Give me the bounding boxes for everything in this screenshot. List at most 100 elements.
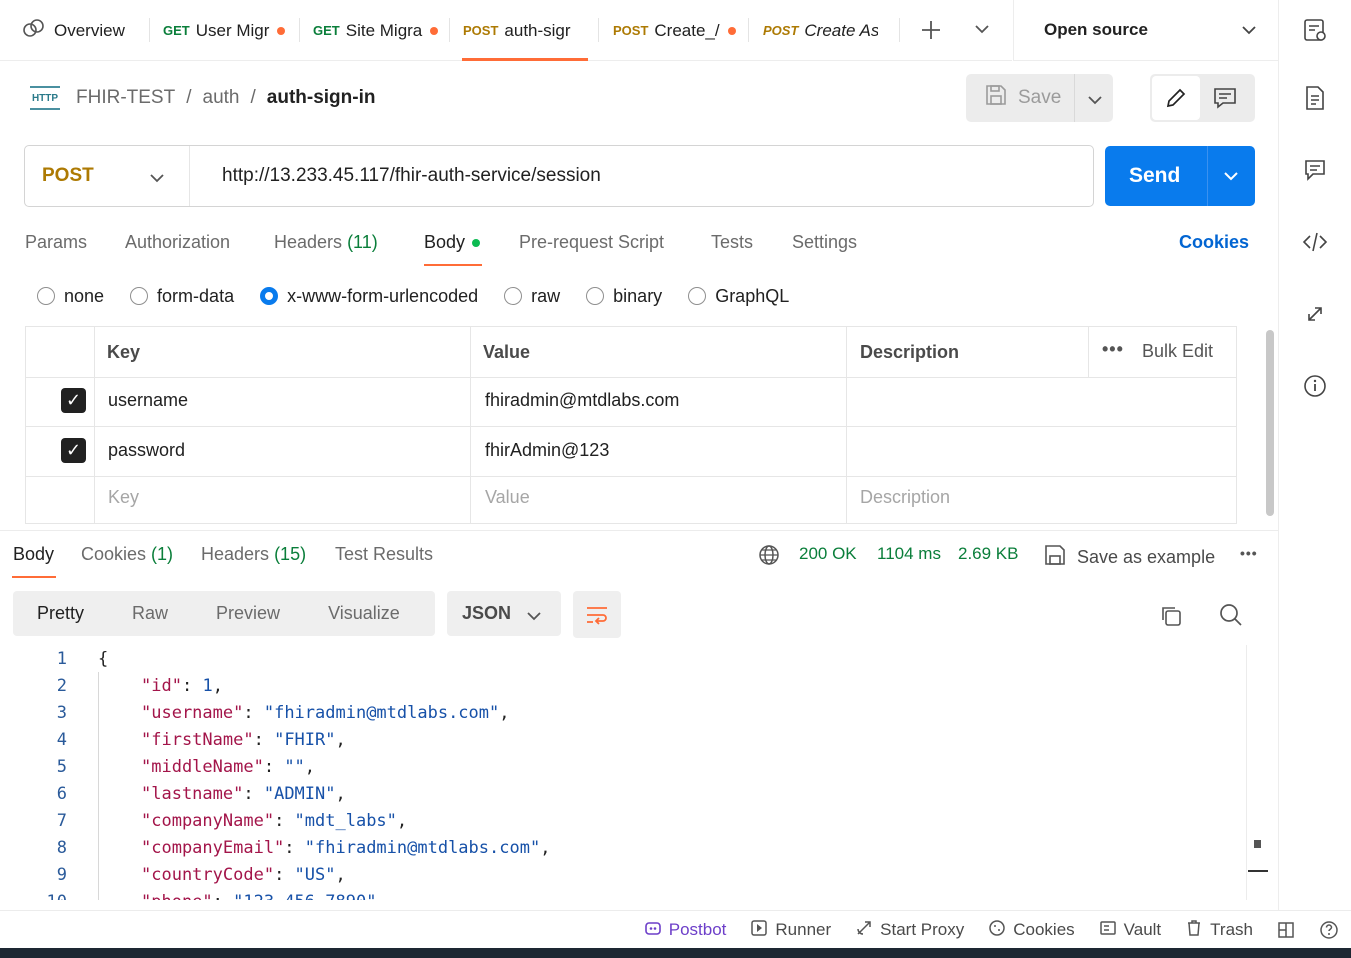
tab-overview[interactable]: Overview: [22, 0, 132, 61]
environment-label: Open source: [1044, 20, 1148, 39]
row-value[interactable]: fhiradmin@mtdlabs.com: [485, 390, 679, 411]
radio-label: raw: [531, 285, 561, 306]
tab-settings[interactable]: Settings: [792, 232, 857, 253]
save-options-chevron-icon[interactable]: [1086, 91, 1104, 113]
format-select[interactable]: JSON: [447, 591, 561, 636]
wrap-lines-icon[interactable]: [573, 591, 621, 638]
line-number: 8: [56, 838, 67, 858]
code-scrollbar[interactable]: [1246, 645, 1268, 900]
response-more-icon[interactable]: •••: [1240, 545, 1258, 561]
tab-tests[interactable]: Tests: [711, 232, 753, 253]
response-tab-test-results[interactable]: Test Results: [335, 544, 433, 565]
radio-label: none: [64, 285, 105, 306]
cookies-link[interactable]: Cookies: [1179, 232, 1249, 253]
new-tab-icon[interactable]: [920, 19, 942, 44]
scrollbar-thumb[interactable]: [1248, 870, 1268, 872]
json-value: "mdt_labs": [294, 811, 397, 831]
json-value: "fhiradmin@mtdlabs.com": [263, 703, 500, 723]
response-time[interactable]: 1104 ms: [877, 544, 941, 564]
json-value: "fhiradmin@mtdlabs.com": [304, 838, 541, 858]
response-tab-cookies[interactable]: Cookies (1): [81, 544, 173, 565]
radio-graphql[interactable]: GraphQL: [688, 286, 789, 307]
response-tab-headers[interactable]: Headers (15): [201, 544, 306, 565]
comment-icon[interactable]: [1212, 86, 1238, 113]
tab-params[interactable]: Params: [25, 232, 87, 253]
view-preview[interactable]: Preview: [192, 595, 304, 632]
comments-icon[interactable]: [1301, 156, 1329, 184]
radio-form-data[interactable]: form-data: [130, 286, 234, 307]
json-value: "US": [294, 865, 336, 885]
tab-label: Site Migra: [345, 20, 423, 40]
response-tab-body[interactable]: Body: [13, 544, 54, 565]
header-value: Value: [483, 342, 531, 362]
radio-binary[interactable]: binary: [586, 286, 662, 307]
row-value[interactable]: fhirAdmin@123: [485, 440, 609, 461]
breadcrumb-folder[interactable]: auth: [203, 87, 240, 109]
new-description-input[interactable]: Description: [860, 487, 950, 508]
runner-button[interactable]: Runner: [750, 919, 831, 941]
globe-icon[interactable]: [758, 544, 780, 569]
row-checkbox[interactable]: ✓: [61, 388, 86, 413]
environment-selector[interactable]: Open source: [1013, 0, 1278, 61]
related-collections-icon[interactable]: [1301, 300, 1329, 328]
code-line: "middleName": "",: [141, 757, 316, 777]
tab-method: POST: [763, 23, 799, 38]
save-button[interactable]: Save: [966, 74, 1113, 122]
code-snippet-icon[interactable]: [1301, 228, 1329, 256]
two-pane-view-icon[interactable]: [1277, 921, 1295, 939]
radio-raw[interactable]: raw: [504, 286, 560, 307]
help-icon[interactable]: [1319, 920, 1339, 940]
tab-user-migration[interactable]: GET User Migr: [163, 0, 293, 61]
status-code[interactable]: 200 OK: [799, 544, 857, 564]
tab-create-as[interactable]: POST Create As: [763, 0, 878, 61]
documentation-icon[interactable]: [1301, 84, 1329, 112]
start-proxy-button[interactable]: Start Proxy: [855, 919, 964, 941]
response-size[interactable]: 2.69 KB: [958, 544, 1019, 564]
vault-icon: [1099, 919, 1117, 941]
tab-headers[interactable]: Headers (11): [274, 232, 378, 253]
radio-x-www-form-urlencoded[interactable]: x-www-form-urlencoded: [260, 286, 478, 307]
vault-button[interactable]: Vault: [1099, 919, 1161, 941]
tab-create[interactable]: POST Create_/: [613, 0, 743, 61]
url-input[interactable]: http://13.233.45.117/fhir-auth-service/s…: [190, 165, 601, 187]
search-icon[interactable]: [1218, 602, 1244, 631]
view-visualize[interactable]: Visualize: [304, 595, 424, 632]
send-button[interactable]: Send: [1105, 146, 1255, 206]
postbot-button[interactable]: Postbot: [644, 919, 726, 941]
response-body-code[interactable]: 1 { 2 "id": 1, 3 "username": "fhiradmin@…: [0, 645, 1245, 900]
cookies-button[interactable]: Cookies: [988, 919, 1075, 941]
view-pretty[interactable]: Pretty: [13, 595, 108, 632]
breadcrumb-request-name[interactable]: auth-sign-in: [267, 87, 376, 109]
json-key: "companyName": [141, 811, 275, 831]
trash-button[interactable]: Trash: [1185, 919, 1253, 941]
method-select[interactable]: POST: [25, 146, 190, 206]
more-options-icon[interactable]: •••: [1102, 339, 1124, 360]
bulk-edit-link[interactable]: Bulk Edit: [1142, 341, 1213, 362]
edit-pencil-icon[interactable]: [1152, 76, 1200, 120]
row-key[interactable]: password: [108, 440, 185, 461]
send-options-chevron-icon[interactable]: [1222, 169, 1240, 186]
active-tab-indicator: [462, 58, 588, 61]
tab-pre-request-script[interactable]: Pre-request Script: [519, 232, 664, 253]
tab-divider: [899, 18, 900, 42]
breadcrumb: HTTP FHIR-TEST / auth / auth-sign-in: [30, 80, 375, 116]
tab-body[interactable]: Body: [424, 232, 481, 253]
pane-divider[interactable]: [0, 530, 1278, 531]
tab-auth-sign-in[interactable]: POST auth-sigr: [463, 0, 581, 61]
row-key[interactable]: username: [108, 390, 188, 411]
radio-none[interactable]: none: [37, 286, 104, 307]
new-value-input[interactable]: Value: [485, 487, 530, 508]
breadcrumb-collection[interactable]: FHIR-TEST: [76, 87, 175, 109]
view-raw[interactable]: Raw: [108, 595, 192, 632]
tab-authorization[interactable]: Authorization: [125, 232, 230, 253]
save-as-example-button[interactable]: Save as example: [1043, 543, 1215, 572]
row-checkbox[interactable]: ✓: [61, 438, 86, 463]
tab-list-chevron-icon[interactable]: [973, 22, 991, 39]
info-icon[interactable]: [1301, 372, 1329, 400]
environment-quick-look-icon[interactable]: [1301, 16, 1329, 44]
tab-site-migration[interactable]: GET Site Migra: [313, 0, 443, 61]
copy-icon[interactable]: [1158, 603, 1184, 632]
new-key-input[interactable]: Key: [108, 487, 139, 508]
footer-label: Start Proxy: [880, 919, 965, 939]
request-scrollbar[interactable]: [1266, 330, 1274, 516]
